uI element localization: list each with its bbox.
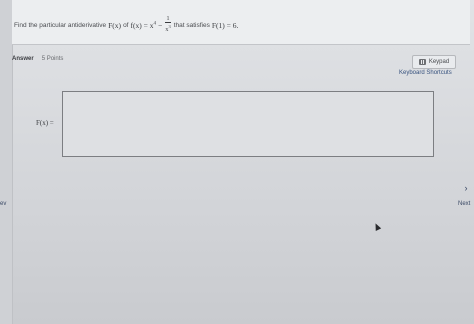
answer-header: Answer 5 Points — [12, 56, 63, 62]
next-label[interactable]: Next — [458, 201, 470, 207]
initial-condition: F(1) = 6. — [211, 20, 239, 30]
keypad-button[interactable]: Keypad — [412, 55, 456, 69]
fraction-denominator-exponent: 3 — [168, 24, 171, 29]
question-that-satisfies: that satisfies — [173, 21, 210, 29]
question-intro: Find the particular antiderivative — [14, 21, 107, 29]
minus-sign: − — [157, 20, 163, 30]
left-nav[interactable]: ev — [0, 0, 13, 324]
fraction-denominator: x3 — [165, 23, 171, 33]
chevron-right-icon[interactable]: › — [461, 183, 471, 193]
keyboard-shortcuts-link[interactable]: Keyboard Shortcuts — [399, 70, 452, 76]
keypad-label: Keypad — [428, 59, 450, 65]
mouse-cursor-icon — [372, 222, 382, 231]
keypad-icon — [418, 59, 426, 65]
question-text: Find the particular antiderivative F(x) … — [14, 15, 239, 34]
answer-input-label: F(x) = — [36, 119, 54, 127]
screen: ev Find the particular antiderivative F(… — [0, 0, 474, 324]
previous-label[interactable]: ev — [0, 201, 6, 207]
antiderivative-symbol: F(x) — [108, 20, 122, 30]
fraction-numerator: 1 — [165, 15, 171, 23]
question-of: of — [123, 21, 129, 29]
answer-label: Answer — [12, 56, 34, 62]
function-lhs: f(x) = x — [130, 20, 154, 30]
function-exponent: 4 — [153, 21, 156, 27]
function-expression: f(x) = x4 — [130, 21, 155, 30]
fraction: 1 x3 — [165, 15, 171, 33]
points-label: 5 Points — [41, 56, 64, 62]
question-panel: Find the particular antiderivative F(x) … — [12, 0, 470, 45]
answer-input[interactable] — [62, 91, 434, 157]
